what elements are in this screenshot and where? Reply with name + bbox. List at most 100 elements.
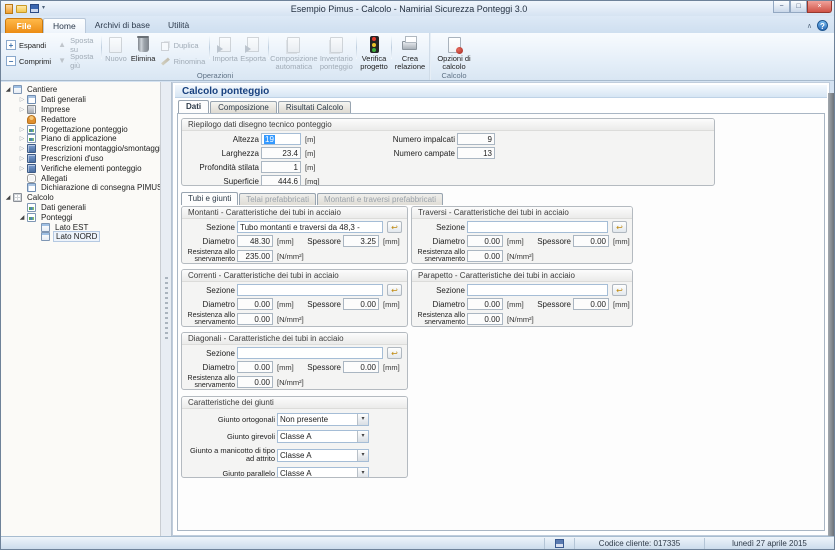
composizione-automatica-button[interactable]: Composizione automatica xyxy=(270,34,318,71)
tree-item-piano-di-applicazione[interactable]: ▷ Piano di applicazione xyxy=(1,134,160,144)
tab-tubi-e-giunti[interactable]: Tubi e giunti xyxy=(181,192,238,205)
help-icon[interactable]: ? xyxy=(817,20,828,31)
snervamento-input[interactable]: 0.00 xyxy=(237,376,273,388)
chevron-down-icon[interactable]: ▾ xyxy=(357,450,368,461)
new-document-icon[interactable] xyxy=(5,4,13,14)
tree-item-ponteggi[interactable]: ◢ Ponteggi xyxy=(1,212,160,222)
tree-expanded-icon[interactable]: ◢ xyxy=(4,86,12,93)
save-icon[interactable] xyxy=(30,4,39,13)
tree-expanded-icon[interactable]: ◢ xyxy=(18,214,26,221)
tree-item-verifiche-elementi[interactable]: ▷ Verifiche elementi ponteggio xyxy=(1,163,160,173)
spessore-input[interactable]: 3.25 xyxy=(343,235,379,247)
tree-item-lato-nord[interactable]: Lato NORD xyxy=(1,232,160,242)
duplica-button[interactable]: Duplica xyxy=(158,38,209,52)
sezione-input[interactable] xyxy=(467,284,608,296)
tree-collapsed-icon[interactable]: ▷ xyxy=(18,126,26,133)
snervamento-input[interactable]: 235.00 xyxy=(237,250,273,262)
sposta-su-button[interactable]: ▲ Sposta su xyxy=(54,38,100,52)
snervamento-input[interactable]: 0.00 xyxy=(237,313,273,325)
spessore-input[interactable]: 0.00 xyxy=(343,361,379,373)
sezione-input[interactable]: Tubo montanti e traversi da 48,3 - S235 xyxy=(237,221,383,233)
tree-collapsed-icon[interactable]: ▷ xyxy=(18,155,26,162)
rinomina-button[interactable]: Rinomina xyxy=(158,54,209,68)
giunto-girevoli-select[interactable]: Classe A ▾ xyxy=(277,430,369,443)
larghezza-input[interactable]: 23.4 xyxy=(261,147,301,159)
sposta-giu-button[interactable]: ▼ Sposta giù xyxy=(54,54,100,68)
snervamento-input[interactable]: 0.00 xyxy=(467,250,503,262)
chevron-down-icon[interactable]: ▾ xyxy=(357,468,368,478)
tab-composizione[interactable]: Composizione xyxy=(210,101,277,113)
tree-item-prescrizioni-montaggio[interactable]: ▷ Prescrizioni montaggio/smontaggio xyxy=(1,144,160,154)
tree-item-cantiere[interactable]: ◢ Cantiere xyxy=(1,85,160,95)
snervamento-input[interactable]: 0.00 xyxy=(467,313,503,325)
opzioni-di-calcolo-button[interactable]: Opzioni di calcolo xyxy=(433,34,475,71)
diametro-input[interactable]: 0.00 xyxy=(467,235,503,247)
maximize-button[interactable]: □ xyxy=(790,1,807,13)
spessore-input[interactable]: 0.00 xyxy=(343,298,379,310)
tree-expanded-icon[interactable]: ◢ xyxy=(4,194,12,201)
tree-item-imprese[interactable]: ▷ Imprese xyxy=(1,105,160,115)
tab-dati[interactable]: Dati xyxy=(178,100,209,113)
comprimi-button[interactable]: − Comprimi xyxy=(3,54,54,68)
sezione-input[interactable] xyxy=(467,221,608,233)
tree-item-prescrizioni-duso[interactable]: ▷ Prescrizioni d'uso xyxy=(1,154,160,164)
diametro-input[interactable]: 0.00 xyxy=(237,298,273,310)
tree-item-calcolo-dati-generali[interactable]: Dati generali xyxy=(1,203,160,213)
spessore-input[interactable]: 0.00 xyxy=(573,298,609,310)
tree-item-label: Ponteggi xyxy=(39,213,75,222)
giunto-parallelo-select[interactable]: Classe A ▾ xyxy=(277,467,369,478)
sezione-picker-button[interactable]: ↩ xyxy=(387,347,402,359)
ribbon-collapse-icon[interactable]: ∧ xyxy=(807,22,812,30)
diametro-input[interactable]: 48.30 xyxy=(237,235,273,247)
elimina-button[interactable]: Elimina xyxy=(129,34,158,63)
close-button[interactable]: × xyxy=(807,1,832,13)
sezione-picker-button[interactable]: ↩ xyxy=(387,284,402,296)
tree-collapsed-icon[interactable]: ▷ xyxy=(18,145,26,152)
tree-item-progettazione-ponteggio[interactable]: ▷ Progettazione ponteggio xyxy=(1,124,160,134)
project-tree: ◢ Cantiere ▷ Dati generali ▷ Imprese Red… xyxy=(1,82,161,536)
sezione-picker-button[interactable]: ↩ xyxy=(387,221,402,233)
tree-item-dati-generali[interactable]: ▷ Dati generali xyxy=(1,95,160,105)
tab-archivi-di-base[interactable]: Archivi di base xyxy=(86,18,159,33)
diametro-input[interactable]: 0.00 xyxy=(237,361,273,373)
campate-input[interactable]: 13 xyxy=(457,147,495,159)
tab-home[interactable]: Home xyxy=(43,18,86,33)
tree-collapsed-icon[interactable]: ▷ xyxy=(18,96,26,103)
minimize-button[interactable]: − xyxy=(773,1,790,13)
espandi-button[interactable]: + Espandi xyxy=(3,38,54,52)
esporta-button[interactable]: Esporta xyxy=(239,34,267,63)
tree-item-calcolo[interactable]: ◢ Calcolo xyxy=(1,193,160,203)
tab-utilita[interactable]: Utilità xyxy=(159,18,198,33)
diametro-input[interactable]: 0.00 xyxy=(467,298,503,310)
tree-collapsed-icon[interactable]: ▷ xyxy=(18,165,26,172)
nuovo-button[interactable]: Nuovo xyxy=(103,34,128,63)
tab-risultati-calcolo[interactable]: Risultati Calcolo xyxy=(278,101,351,113)
sezione-picker-button[interactable]: ↩ xyxy=(612,221,627,233)
giunto-manicotto-select[interactable]: Classe A ▾ xyxy=(277,449,369,462)
importa-button[interactable]: Importa xyxy=(211,34,239,63)
impalcati-input[interactable]: 9 xyxy=(457,133,495,145)
main-tabs: Dati Composizione Risultati Calcolo xyxy=(178,100,352,113)
tree-collapsed-icon[interactable]: ▷ xyxy=(18,135,26,142)
profondita-input[interactable]: 1 xyxy=(261,161,301,173)
crea-relazione-button[interactable]: Crea relazione xyxy=(393,34,427,71)
tree-item-dichiarazione-pimus[interactable]: Dichiarazione di consegna PIMUS xyxy=(1,183,160,193)
verifica-progetto-button[interactable]: Verifica progetto xyxy=(358,34,390,71)
tree-item-redattore[interactable]: Redattore xyxy=(1,114,160,124)
superficie-input[interactable]: 444.6 xyxy=(261,175,301,186)
giunto-ortogonali-select[interactable]: Non presente ▾ xyxy=(277,413,369,426)
chevron-down-icon[interactable]: ▾ xyxy=(357,431,368,442)
tree-item-allegati[interactable]: Allegati xyxy=(1,173,160,183)
inventario-ponteggio-button[interactable]: Inventario ponteggio xyxy=(318,34,355,71)
spessore-input[interactable]: 0.00 xyxy=(573,235,609,247)
panel-splitter[interactable] xyxy=(161,82,172,536)
altezza-input[interactable]: 19 xyxy=(261,133,301,145)
chevron-down-icon[interactable]: ▾ xyxy=(357,414,368,425)
grid-icon xyxy=(13,193,22,202)
sezione-input[interactable] xyxy=(237,284,383,296)
sezione-input[interactable] xyxy=(237,347,383,359)
sezione-picker-button[interactable]: ↩ xyxy=(612,284,627,296)
tree-collapsed-icon[interactable]: ▷ xyxy=(18,106,26,113)
file-tab[interactable]: File xyxy=(5,18,43,33)
open-folder-icon[interactable] xyxy=(16,5,27,13)
